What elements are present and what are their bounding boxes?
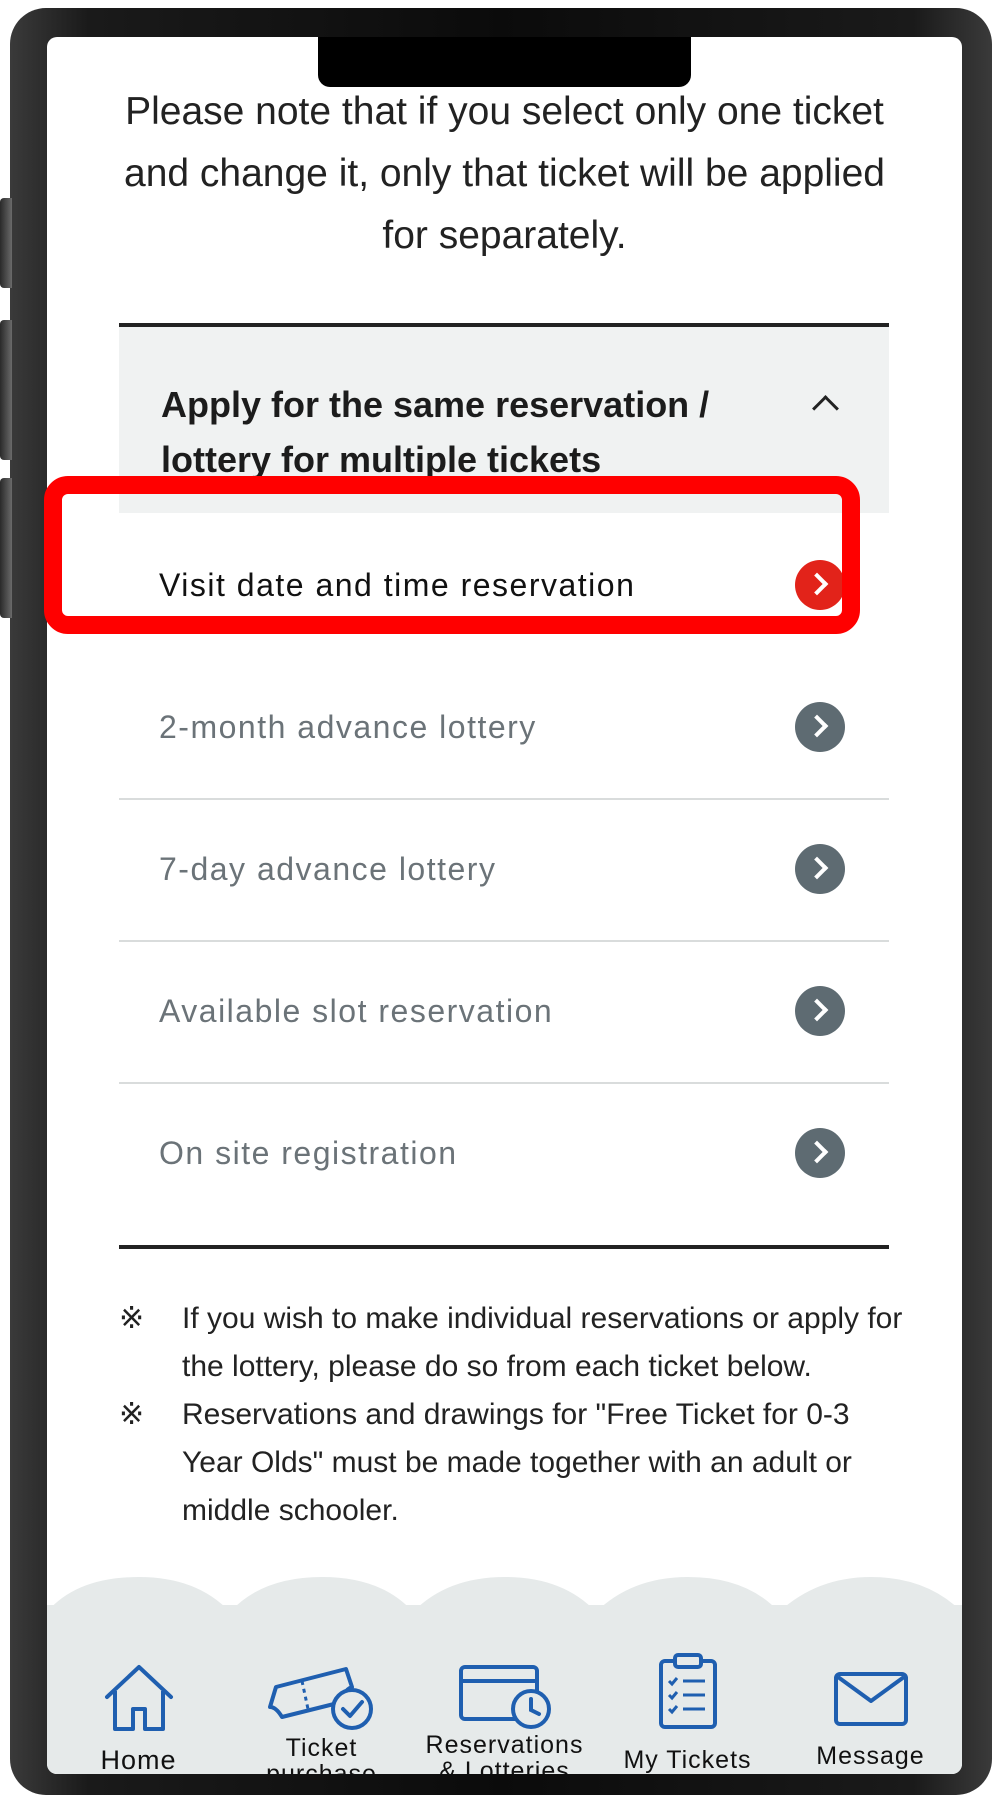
- selection-note: Please note that if you select only one …: [124, 90, 885, 257]
- option-7-day-lottery[interactable]: 7-day advance lottery: [119, 799, 889, 942]
- chevron-right-icon[interactable]: [795, 560, 845, 610]
- option-visit-date-reservation[interactable]: Visit date and time reservation: [119, 515, 889, 656]
- note-text: If you wish to make individual reservati…: [182, 1302, 903, 1383]
- phone-side-button: [0, 198, 12, 288]
- envelope-icon: [833, 1672, 908, 1726]
- note-item: ※ Reservations and drawings for "Free Ti…: [119, 1391, 909, 1535]
- nav-ticket-purchase[interactable]: Ticket purchase: [230, 1627, 413, 1774]
- app-screen: Please note that if you select only one …: [47, 37, 962, 1774]
- chevron-right-icon[interactable]: [795, 1128, 845, 1178]
- option-available-slot-reservation[interactable]: Available slot reservation: [119, 941, 889, 1084]
- note-item: ※ If you wish to make individual reserva…: [119, 1295, 909, 1391]
- phone-notch: [318, 37, 691, 87]
- option-label: 2-month advance lottery: [159, 709, 537, 745]
- accordion-header[interactable]: Apply for the same reservation / lottery…: [119, 327, 889, 513]
- chevron-right-icon[interactable]: [795, 702, 845, 752]
- nav-my-tickets-label: My Tickets: [623, 1746, 752, 1774]
- nav-my-tickets[interactable]: My Tickets: [596, 1627, 779, 1774]
- nav-home[interactable]: Home: [47, 1627, 230, 1774]
- nav-reservations-label-1: Reservations: [425, 1731, 584, 1759]
- nav-message-label: Message: [816, 1742, 925, 1770]
- nav-message[interactable]: Message: [779, 1627, 962, 1774]
- option-label: On site registration: [159, 1135, 458, 1171]
- note-mark: ※: [119, 1398, 145, 1431]
- calendar-clock-icon: [458, 1665, 551, 1729]
- nav-reservations-lotteries[interactable]: Reservations & Lotteries: [413, 1627, 596, 1774]
- nav-home-label: Home: [100, 1745, 177, 1774]
- option-2-month-lottery[interactable]: 2-month advance lottery: [119, 657, 889, 800]
- phone-side-button: [0, 478, 12, 618]
- note-text: Reservations and drawings for "Free Tick…: [182, 1398, 852, 1527]
- chevron-right-icon[interactable]: [795, 986, 845, 1036]
- home-icon: [104, 1665, 173, 1731]
- clipboard-list-icon: [658, 1653, 717, 1729]
- nav-ticket-purchase-label-1: Ticket: [285, 1734, 358, 1762]
- option-label: 7-day advance lottery: [159, 851, 497, 887]
- apply-accordion: Apply for the same reservation / lottery…: [119, 323, 889, 1249]
- nav-reservations-label-2: & Lotteries: [439, 1757, 570, 1775]
- option-label: Available slot reservation: [159, 993, 554, 1029]
- chevron-up-icon[interactable]: [812, 395, 839, 422]
- note-mark: ※: [119, 1302, 145, 1335]
- option-label: Visit date and time reservation: [159, 567, 636, 603]
- notes-list: ※ If you wish to make individual reserva…: [119, 1295, 909, 1535]
- phone-side-button: [0, 320, 12, 460]
- accordion-title: Apply for the same reservation / lottery…: [161, 384, 710, 480]
- nav-ticket-purchase-label-2: purchase: [266, 1760, 377, 1775]
- option-on-site-registration[interactable]: On site registration: [119, 1083, 889, 1224]
- ticket-check-icon: [267, 1667, 373, 1730]
- chevron-right-icon[interactable]: [795, 844, 845, 894]
